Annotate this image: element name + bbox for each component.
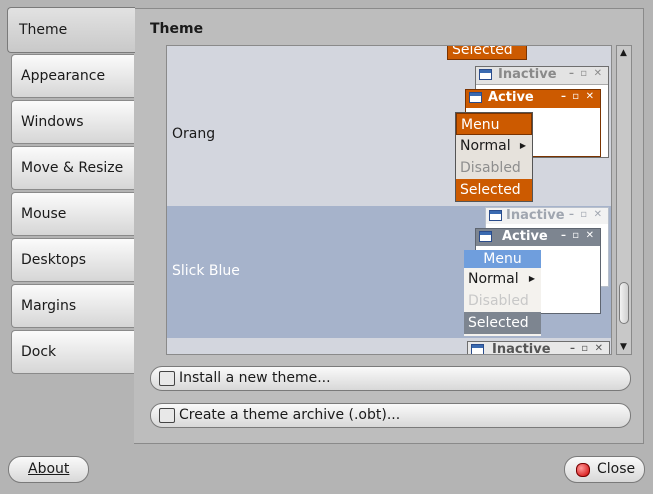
close-icon: ✕ (585, 91, 594, 102)
theme-row-slick-blue[interactable]: Slick Blue Inactive – ▫ ✕ Active – ▫ ✕ M… (167, 206, 611, 338)
maximize-icon: ▫ (572, 230, 579, 241)
maximize-icon: ▫ (580, 209, 587, 220)
maximize-icon: ▫ (572, 91, 579, 102)
menu-preview: Menu Normal ▶ Disabled Selected (464, 250, 541, 336)
tab-mouse[interactable]: Mouse (11, 192, 134, 236)
tab-label: Margins (21, 298, 77, 314)
minimize-icon: – (561, 230, 566, 241)
tab-label: Theme (19, 22, 68, 38)
tab-margins[interactable]: Margins (11, 284, 134, 328)
theme-name: Slick Blue (172, 263, 240, 279)
tab-windows[interactable]: Windows (11, 100, 134, 144)
section-title: Theme (150, 21, 204, 37)
window-icon (479, 231, 492, 242)
menu-item-selected: Selected (464, 312, 541, 334)
install-theme-button[interactable]: Install a new theme... (150, 366, 631, 391)
tab-dock[interactable]: Dock (11, 330, 134, 374)
close-icon: ✕ (594, 343, 603, 354)
tab-desktops[interactable]: Desktops (11, 238, 134, 282)
maximize-icon: ▫ (580, 68, 587, 79)
tab-label: Move & Resize (21, 160, 124, 176)
close-icon: ✕ (593, 209, 602, 220)
window-icon (471, 344, 484, 354)
theme-name: Orang (172, 126, 216, 142)
theme-row-next[interactable]: Inactive – ▫ ✕ (167, 338, 611, 354)
minimize-icon: – (570, 343, 575, 354)
minimize-icon: – (561, 91, 566, 102)
menu-item-disabled: Disabled (468, 293, 529, 309)
menu-item-normal: Normal ▶ (456, 135, 532, 157)
tab-label: Dock (21, 344, 57, 360)
tab-label: Mouse (21, 206, 67, 222)
create-archive-button[interactable]: Create a theme archive (.obt)... (150, 403, 631, 428)
theme-row-orang[interactable]: Orang Inactive – ▫ ✕ Active – ▫ ✕ Menu N… (167, 46, 611, 206)
scroll-down-icon[interactable]: ▼ (620, 342, 627, 352)
menu-item-selected: Selected (456, 179, 532, 201)
close-button[interactable]: Close (564, 456, 645, 483)
tab-label: Desktops (21, 252, 87, 268)
window-icon (479, 69, 492, 80)
inactive-window-preview: Inactive – ▫ ✕ (467, 341, 610, 354)
window-icon (489, 210, 502, 221)
submenu-arrow-icon: ▶ (528, 274, 535, 283)
save-disk-icon (159, 408, 175, 423)
scrollbar-thumb[interactable] (619, 282, 629, 324)
window-icon (469, 92, 482, 103)
theme-list[interactable]: Selected Orang Inactive – ▫ ✕ Active – ▫… (166, 45, 612, 355)
menu-header: Menu (456, 113, 532, 135)
menu-item-normal: Normal ▶ (464, 268, 541, 290)
maximize-icon: ▫ (581, 343, 588, 354)
menu-header: Menu (464, 250, 541, 268)
about-button[interactable]: About (8, 456, 89, 483)
tab-label: Appearance (21, 68, 106, 84)
scroll-up-icon[interactable]: ▲ (620, 48, 627, 58)
close-icon: ✕ (585, 230, 594, 241)
submenu-arrow-icon: ▶ (519, 141, 526, 150)
tab-theme[interactable]: Theme (7, 7, 135, 53)
close-icon: ✕ (593, 68, 602, 79)
tab-label: Windows (21, 114, 84, 130)
menu-item-disabled: Disabled (460, 160, 521, 176)
minimize-icon: – (569, 68, 574, 79)
tab-move-resize[interactable]: Move & Resize (11, 146, 134, 190)
tab-appearance[interactable]: Appearance (11, 54, 134, 98)
open-folder-icon (159, 371, 175, 386)
minimize-icon: – (569, 209, 574, 220)
close-icon (576, 463, 590, 477)
menu-preview: Menu Normal ▶ Disabled Selected (455, 112, 533, 202)
theme-list-scrollbar[interactable]: ▲ ▼ (616, 45, 632, 355)
